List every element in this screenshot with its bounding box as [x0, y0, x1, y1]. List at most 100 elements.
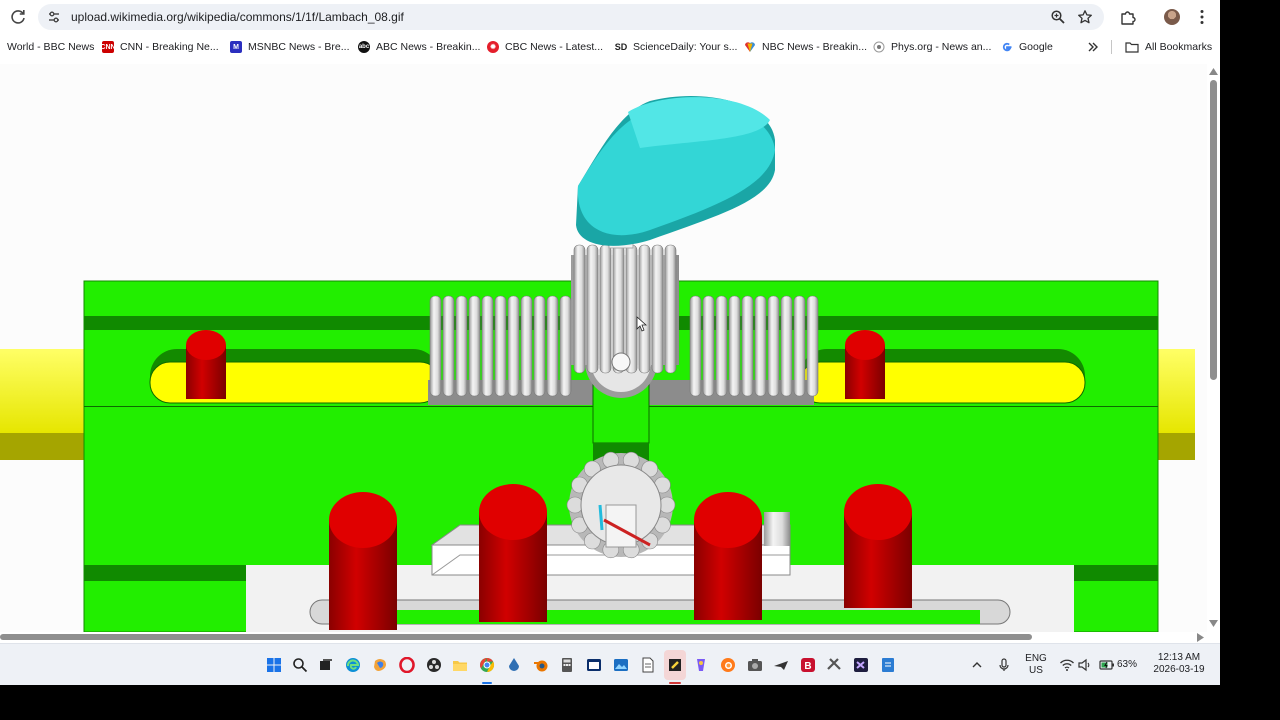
all-bookmarks[interactable]: All Bookmarks [1125, 39, 1212, 55]
rack-tooth [533, 295, 546, 397]
camera-icon[interactable] [747, 657, 763, 673]
extensions-icon[interactable] [1119, 8, 1137, 26]
msnbc-favicon: M [230, 41, 242, 53]
windows-start-icon[interactable] [266, 657, 282, 673]
battery-charging-icon[interactable] [1099, 657, 1115, 673]
all-bookmarks-label: All Bookmarks [1145, 41, 1213, 53]
search-icon[interactable] [292, 657, 308, 673]
horizontal-scrollbar[interactable] [0, 632, 1207, 643]
rack-tooth [468, 295, 481, 397]
sticky-notes-icon[interactable] [667, 657, 683, 673]
bookmark-nbc[interactable]: NBC News - Breakin... [744, 39, 867, 55]
microphone-icon[interactable] [996, 657, 1012, 673]
bookmark-sciencedaily[interactable]: SD ScienceDaily: Your s... [615, 39, 737, 55]
profile-avatar[interactable] [1164, 9, 1180, 25]
chrome-icon[interactable] [479, 657, 495, 673]
clock[interactable]: 12:13 AM 2026-03-19 [1148, 652, 1210, 676]
kebab-menu-icon[interactable] [1193, 8, 1211, 26]
rack-tooth [442, 295, 455, 397]
notepad-icon[interactable] [640, 657, 656, 673]
google-icon [1002, 42, 1012, 52]
reload-icon[interactable] [8, 7, 28, 27]
firefox-icon[interactable] [720, 657, 736, 673]
bookmarks-divider [1111, 40, 1112, 54]
scroll-down-arrow-icon[interactable] [1209, 620, 1218, 627]
volume-icon[interactable] [1077, 657, 1093, 673]
rack-tooth [429, 295, 442, 397]
b-app-icon[interactable]: B [800, 657, 816, 673]
terminal-icon[interactable] [586, 657, 602, 673]
physorg-icon [873, 41, 885, 53]
pinion-tooth [638, 244, 651, 374]
star-icon[interactable] [1077, 9, 1093, 25]
bookmark-label: World - BBC News [7, 41, 95, 53]
folder-icon [1125, 42, 1139, 53]
visual-studio-icon[interactable] [853, 657, 869, 673]
rack-tooth [520, 295, 533, 397]
bookmark-cnn[interactable]: CNN CNN - Breaking Ne... [100, 39, 219, 55]
bookmark-label: ScienceDaily: Your s... [633, 41, 738, 53]
rack-tooth [689, 295, 702, 397]
more-bookmarks-chevron-icon[interactable] [1087, 41, 1099, 53]
cbc-favicon: ✹ [487, 41, 499, 53]
clock-time: 12:13 AM [1157, 652, 1201, 663]
vertical-scroll-thumb[interactable] [1210, 80, 1217, 380]
rack-tooth [715, 295, 728, 397]
photos-icon[interactable] [613, 657, 629, 673]
omnibox[interactable]: upload.wikimedia.org/wikipedia/commons/1… [38, 4, 1104, 30]
file-explorer-icon[interactable] [452, 657, 468, 673]
bookmark-label: ABC News - Breakin... [376, 41, 481, 53]
cnn-favicon: CNN [100, 41, 116, 53]
site-info-icon[interactable] [46, 9, 62, 25]
wifi-icon[interactable] [1059, 657, 1075, 673]
address-toolbar: upload.wikimedia.org/wikipedia/commons/1… [0, 0, 1220, 34]
active-app-indicator [669, 682, 681, 684]
rack-tooth [741, 295, 754, 397]
rack-tooth [806, 295, 819, 397]
input-language[interactable]: ENG US [1022, 653, 1050, 677]
show-hidden-icons-chevron-icon[interactable] [969, 657, 985, 673]
jet-app-icon[interactable] [773, 657, 789, 673]
app-blue-drop-icon[interactable] [506, 657, 522, 673]
bookmark-cbc[interactable]: ✹ CBC News - Latest... [487, 39, 603, 55]
clock-date: 2026-03-19 [1153, 664, 1205, 675]
scroll-up-arrow-icon[interactable] [1209, 68, 1218, 75]
bookmark-google[interactable]: Google [1001, 39, 1053, 55]
url-text[interactable]: upload.wikimedia.org/wikipedia/commons/1… [71, 10, 404, 24]
document-app-icon[interactable] [880, 657, 896, 673]
zoom-icon[interactable] [1050, 9, 1066, 25]
rack-tooth [481, 295, 494, 397]
task-view-icon[interactable] [318, 657, 334, 673]
bookmarks-bar: World - BBC News CNN CNN - Breaking Ne..… [0, 34, 1220, 60]
bookmark-label: CNN - Breaking Ne... [120, 41, 219, 53]
pinion-tooth [573, 244, 586, 374]
nbc-peacock-icon [745, 42, 755, 52]
bookmark-abc[interactable]: abc ABC News - Breakin... [358, 39, 480, 55]
rack-tooth [728, 295, 741, 397]
bookmark-label: Phys.org - News an... [891, 41, 992, 53]
pinion-tooth [599, 244, 612, 374]
scroll-right-arrow-icon[interactable] [1197, 633, 1204, 642]
tools-app-icon[interactable] [826, 657, 842, 673]
opera-icon[interactable] [399, 657, 415, 673]
rack-tooth [780, 295, 793, 397]
rack-tooth [767, 295, 780, 397]
chrome-active-indicator [482, 682, 492, 684]
rack-tooth [793, 295, 806, 397]
bookmark-physorg[interactable]: Phys.org - News an... [873, 39, 991, 55]
horizontal-scroll-thumb[interactable] [0, 634, 1032, 640]
obs-icon[interactable] [426, 657, 442, 673]
calculator-icon[interactable] [559, 657, 575, 673]
bookmark-bbc[interactable]: World - BBC News [7, 39, 94, 55]
blender-icon[interactable] [533, 657, 549, 673]
region-code: US [1029, 665, 1043, 676]
vertical-scrollbar[interactable] [1207, 64, 1220, 632]
windows-taskbar: B ENG US 63% 12:13 AM 2026-03-19 [0, 643, 1220, 685]
edge-icon[interactable] [345, 657, 361, 673]
pinion-tooth [651, 244, 664, 374]
copilot-icon[interactable] [372, 657, 388, 673]
browser-window: upload.wikimedia.org/wikipedia/commons/1… [0, 0, 1220, 685]
bookmark-label: MSNBC News - Bre... [248, 41, 350, 53]
paint-icon[interactable] [693, 657, 709, 673]
bookmark-msnbc[interactable]: M MSNBC News - Bre... [230, 39, 350, 55]
